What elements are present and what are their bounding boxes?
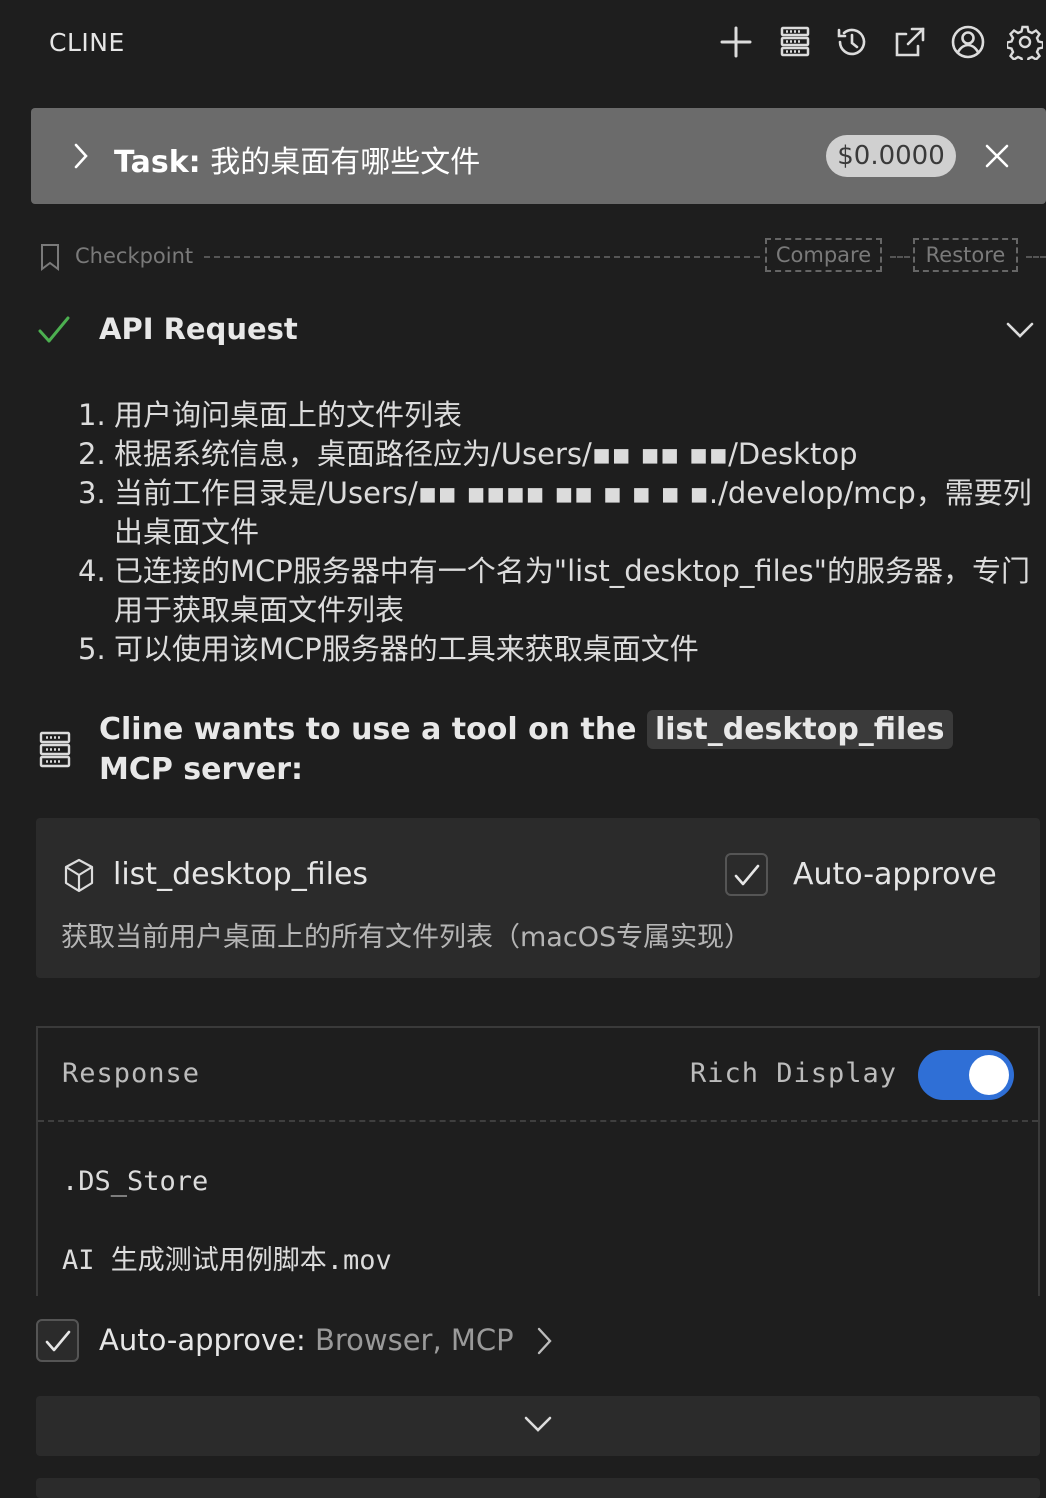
response-panel: Response Rich Display .DS_Store AI 生成测试用… xyxy=(36,1026,1040,1296)
server-icon xyxy=(38,730,72,774)
history-icon[interactable] xyxy=(830,20,874,64)
checkpoint-row: Checkpoint Compare Restore xyxy=(0,236,1046,278)
checkpoint-divider xyxy=(204,256,760,258)
tool-use-heading: Cline wants to use a tool on the list_de… xyxy=(99,710,1019,790)
toggle-knob xyxy=(969,1055,1009,1095)
reasoning-list: 1. 用户询问桌面上的文件列表 2. 根据系统信息，桌面路径应为/Users/▪▪ … xyxy=(78,396,1038,669)
auto-approve-label[interactable]: Auto-approve xyxy=(793,857,997,892)
response-title: Response xyxy=(62,1058,201,1089)
checkpoint-label: Checkpoint xyxy=(75,244,194,268)
top-header: CLINE xyxy=(0,0,1046,86)
auto-approve-checkbox[interactable] xyxy=(725,853,768,896)
chat-input[interactable] xyxy=(36,1478,1040,1498)
gear-icon[interactable] xyxy=(1003,20,1046,64)
response-line: .DS_Store xyxy=(62,1166,209,1197)
checkpoint-divider xyxy=(890,256,910,258)
compare-button[interactable]: Compare xyxy=(765,238,882,272)
plus-icon[interactable] xyxy=(714,20,758,64)
app-title: CLINE xyxy=(49,28,125,57)
rich-display-toggle[interactable] xyxy=(918,1050,1014,1100)
external-link-icon[interactable] xyxy=(888,20,932,64)
list-item: 3. 当前工作目录是/Users/▪▪ ▪▪▪▪ ▪▪ ▪ ▪ ▪ ▪./deve… xyxy=(78,476,1032,549)
check-icon xyxy=(36,312,72,352)
bookmark-icon xyxy=(38,242,62,276)
list-item: 5. 可以使用该MCP服务器的工具来获取桌面文件 xyxy=(78,632,699,666)
scroll-down-button[interactable] xyxy=(36,1396,1040,1456)
rich-display-label: Rich Display xyxy=(690,1058,898,1089)
close-icon[interactable] xyxy=(978,136,1016,176)
checkpoint-divider xyxy=(1026,256,1046,258)
auto-approve-settings-label: Auto-approve: xyxy=(99,1323,306,1357)
api-request-title[interactable]: API Request xyxy=(99,312,298,346)
cube-icon xyxy=(62,857,96,899)
server-icon[interactable] xyxy=(773,20,817,64)
account-icon[interactable] xyxy=(946,20,990,64)
chevron-right-icon[interactable] xyxy=(64,136,98,176)
auto-approve-settings-value: Browser, MCP xyxy=(305,1323,514,1357)
tool-description: 获取当前用户桌面上的所有文件列表（macOS专属实现） xyxy=(61,922,752,953)
chevron-down-icon[interactable] xyxy=(1002,312,1038,352)
auto-approve-settings-checkbox[interactable] xyxy=(36,1319,79,1362)
tool-name: list_desktop_files xyxy=(113,857,369,892)
chevron-right-icon[interactable] xyxy=(532,1323,556,1363)
response-header: Response Rich Display xyxy=(38,1028,1038,1122)
list-item: 2. 根据系统信息，桌面路径应为/Users/▪▪ ▪▪ ▪▪/Desktop xyxy=(78,437,858,471)
list-item: 4. 已连接的MCP服务器中有一个名为"list_desktop_files"的服… xyxy=(78,554,1030,627)
task-prefix: Task: xyxy=(114,145,201,180)
task-text: 我的桌面有哪些文件 xyxy=(210,145,481,180)
server-name-chip: list_desktop_files xyxy=(646,710,953,749)
restore-button[interactable]: Restore xyxy=(913,238,1018,272)
list-item: 1. 用户询问桌面上的文件列表 xyxy=(78,398,463,432)
tool-card xyxy=(36,818,1040,978)
chevron-down-icon xyxy=(521,1412,555,1440)
cost-badge: $0.0000 xyxy=(826,135,956,177)
response-line: AI 生成测试用例脚本.mov xyxy=(62,1245,392,1276)
auto-approve-settings[interactable]: Auto-approve: Browser, MCP xyxy=(99,1323,514,1357)
task-title: Task: 我的桌面有哪些文件 xyxy=(114,137,480,181)
